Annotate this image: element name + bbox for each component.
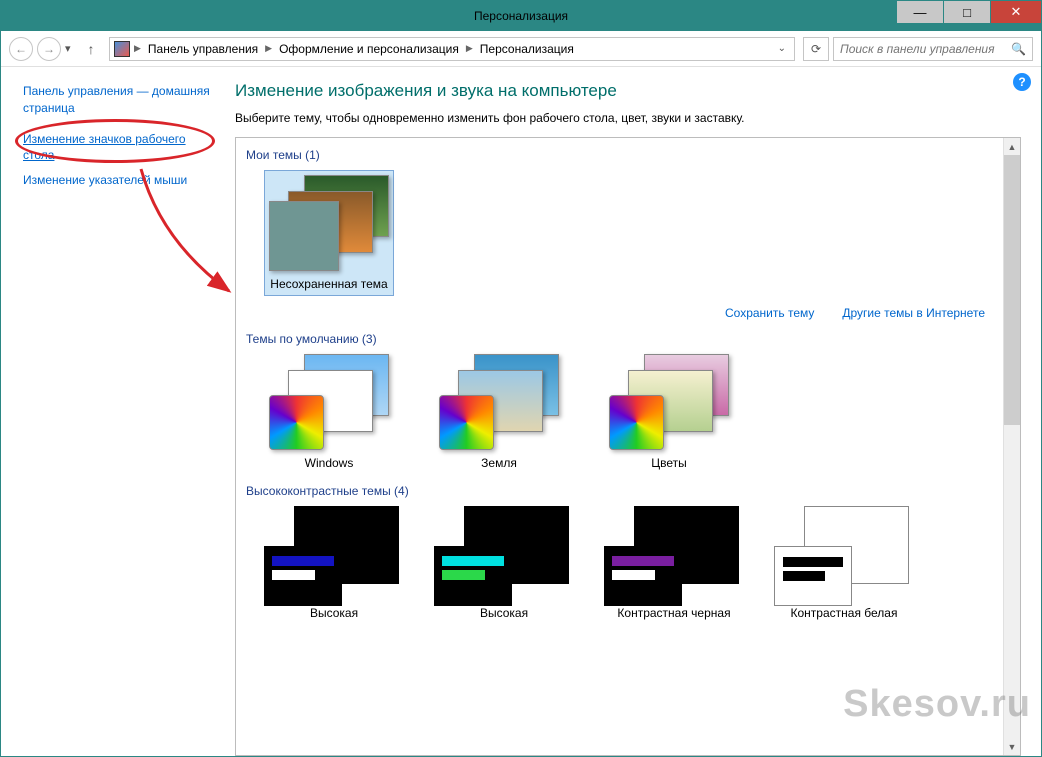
theme-preview (264, 506, 399, 606)
sidebar: Панель управления — домашняя страница Из… (1, 67, 221, 756)
theme-hc-4[interactable]: Контрастная белая (774, 506, 914, 620)
forward-button[interactable]: → (37, 37, 61, 61)
default-themes-heading: Темы по умолчанию (3) (246, 332, 993, 346)
scroll-thumb[interactable] (1004, 155, 1020, 425)
change-mouse-pointers-link[interactable]: Изменение указателей мыши (23, 172, 211, 189)
page-subtitle: Выберите тему, чтобы одновременно измени… (235, 111, 1021, 125)
theme-preview (269, 354, 389, 450)
search-input[interactable] (840, 42, 1026, 56)
vertical-scrollbar[interactable]: ▲ ▼ (1003, 138, 1020, 755)
control-panel-home-link[interactable]: Панель управления — домашняя страница (23, 83, 211, 117)
content: ? Изменение изображения и звука на компь… (221, 67, 1041, 756)
theme-preview (609, 354, 729, 450)
theme-unsaved[interactable]: Несохраненная тема (264, 170, 394, 296)
maximize-button[interactable]: □ (944, 1, 990, 23)
theme-preview (434, 506, 569, 606)
chevron-right-icon: ▶ (464, 43, 475, 54)
theme-label: Windows (305, 456, 354, 470)
theme-label: Высокая (434, 606, 574, 620)
theme-actions: Сохранить тему Другие темы в Интернете (246, 306, 985, 320)
themes-container: Мои темы (1) Несохраненная тема С (235, 137, 1021, 756)
theme-earth[interactable]: Земля (434, 354, 564, 470)
my-themes-heading: Мои темы (1) (246, 148, 993, 162)
default-themes-row: Windows Земля (264, 354, 993, 470)
refresh-button[interactable]: ⟳ (803, 37, 829, 61)
hc-themes-row: Высокая Высокая (264, 506, 993, 620)
theme-flowers[interactable]: Цветы (604, 354, 734, 470)
toolbar: ← → ▾ ↑ ▶ Панель управления ▶ Оформление… (1, 31, 1041, 67)
address-dropdown-icon[interactable]: ⌄ (774, 43, 790, 54)
control-panel-icon (114, 41, 130, 57)
window: Персонализация — □ ✕ ← → ▾ ↑ ▶ Панель уп… (0, 0, 1042, 757)
breadcrumb-seg-2[interactable]: Оформление и персонализация (276, 40, 462, 58)
theme-hc-3[interactable]: Контрастная черная (604, 506, 744, 620)
more-themes-link[interactable]: Другие темы в Интернете (842, 306, 985, 320)
minimize-button[interactable]: — (897, 1, 943, 23)
theme-preview (269, 175, 389, 271)
theme-label: Несохраненная тема (270, 277, 387, 291)
search-icon[interactable]: 🔍 (1011, 42, 1026, 56)
page-title: Изменение изображения и звука на компьют… (235, 81, 1021, 101)
search-box[interactable]: 🔍 (833, 37, 1033, 61)
theme-hc-1[interactable]: Высокая (264, 506, 404, 620)
scroll-up-icon[interactable]: ▲ (1004, 138, 1020, 155)
chevron-right-icon: ▶ (263, 43, 274, 54)
theme-label: Высокая (264, 606, 404, 620)
chevron-right-icon: ▶ (132, 43, 143, 54)
body: Панель управления — домашняя страница Из… (1, 67, 1041, 756)
change-desktop-icons-link[interactable]: Изменение значков рабочего стола (23, 131, 211, 165)
breadcrumb-seg-1[interactable]: Панель управления (145, 40, 261, 58)
breadcrumb-seg-3[interactable]: Персонализация (477, 40, 577, 58)
save-theme-link[interactable]: Сохранить тему (725, 306, 814, 320)
scroll-down-icon[interactable]: ▼ (1004, 738, 1020, 755)
my-themes-row: Несохраненная тема (264, 170, 993, 296)
theme-label: Контрастная белая (774, 606, 914, 620)
theme-hc-2[interactable]: Высокая (434, 506, 574, 620)
window-title: Персонализация (474, 9, 568, 23)
theme-preview (774, 506, 909, 606)
theme-label: Земля (481, 456, 517, 470)
theme-windows[interactable]: Windows (264, 354, 394, 470)
window-controls: — □ ✕ (896, 1, 1041, 23)
help-icon[interactable]: ? (1013, 73, 1031, 91)
titlebar: Персонализация — □ ✕ (1, 1, 1041, 31)
address-bar[interactable]: ▶ Панель управления ▶ Оформление и персо… (109, 37, 795, 61)
close-button[interactable]: ✕ (991, 1, 1041, 23)
theme-label: Контрастная черная (604, 606, 744, 620)
up-button[interactable]: ↑ (81, 39, 101, 59)
hc-themes-heading: Высококонтрастные темы (4) (246, 484, 993, 498)
theme-label: Цветы (651, 456, 687, 470)
themes-scroll-area: Мои темы (1) Несохраненная тема С (236, 138, 1003, 755)
theme-preview (604, 506, 739, 606)
history-chevron-icon[interactable]: ▾ (65, 42, 77, 55)
theme-preview (439, 354, 559, 450)
back-button[interactable]: ← (9, 37, 33, 61)
